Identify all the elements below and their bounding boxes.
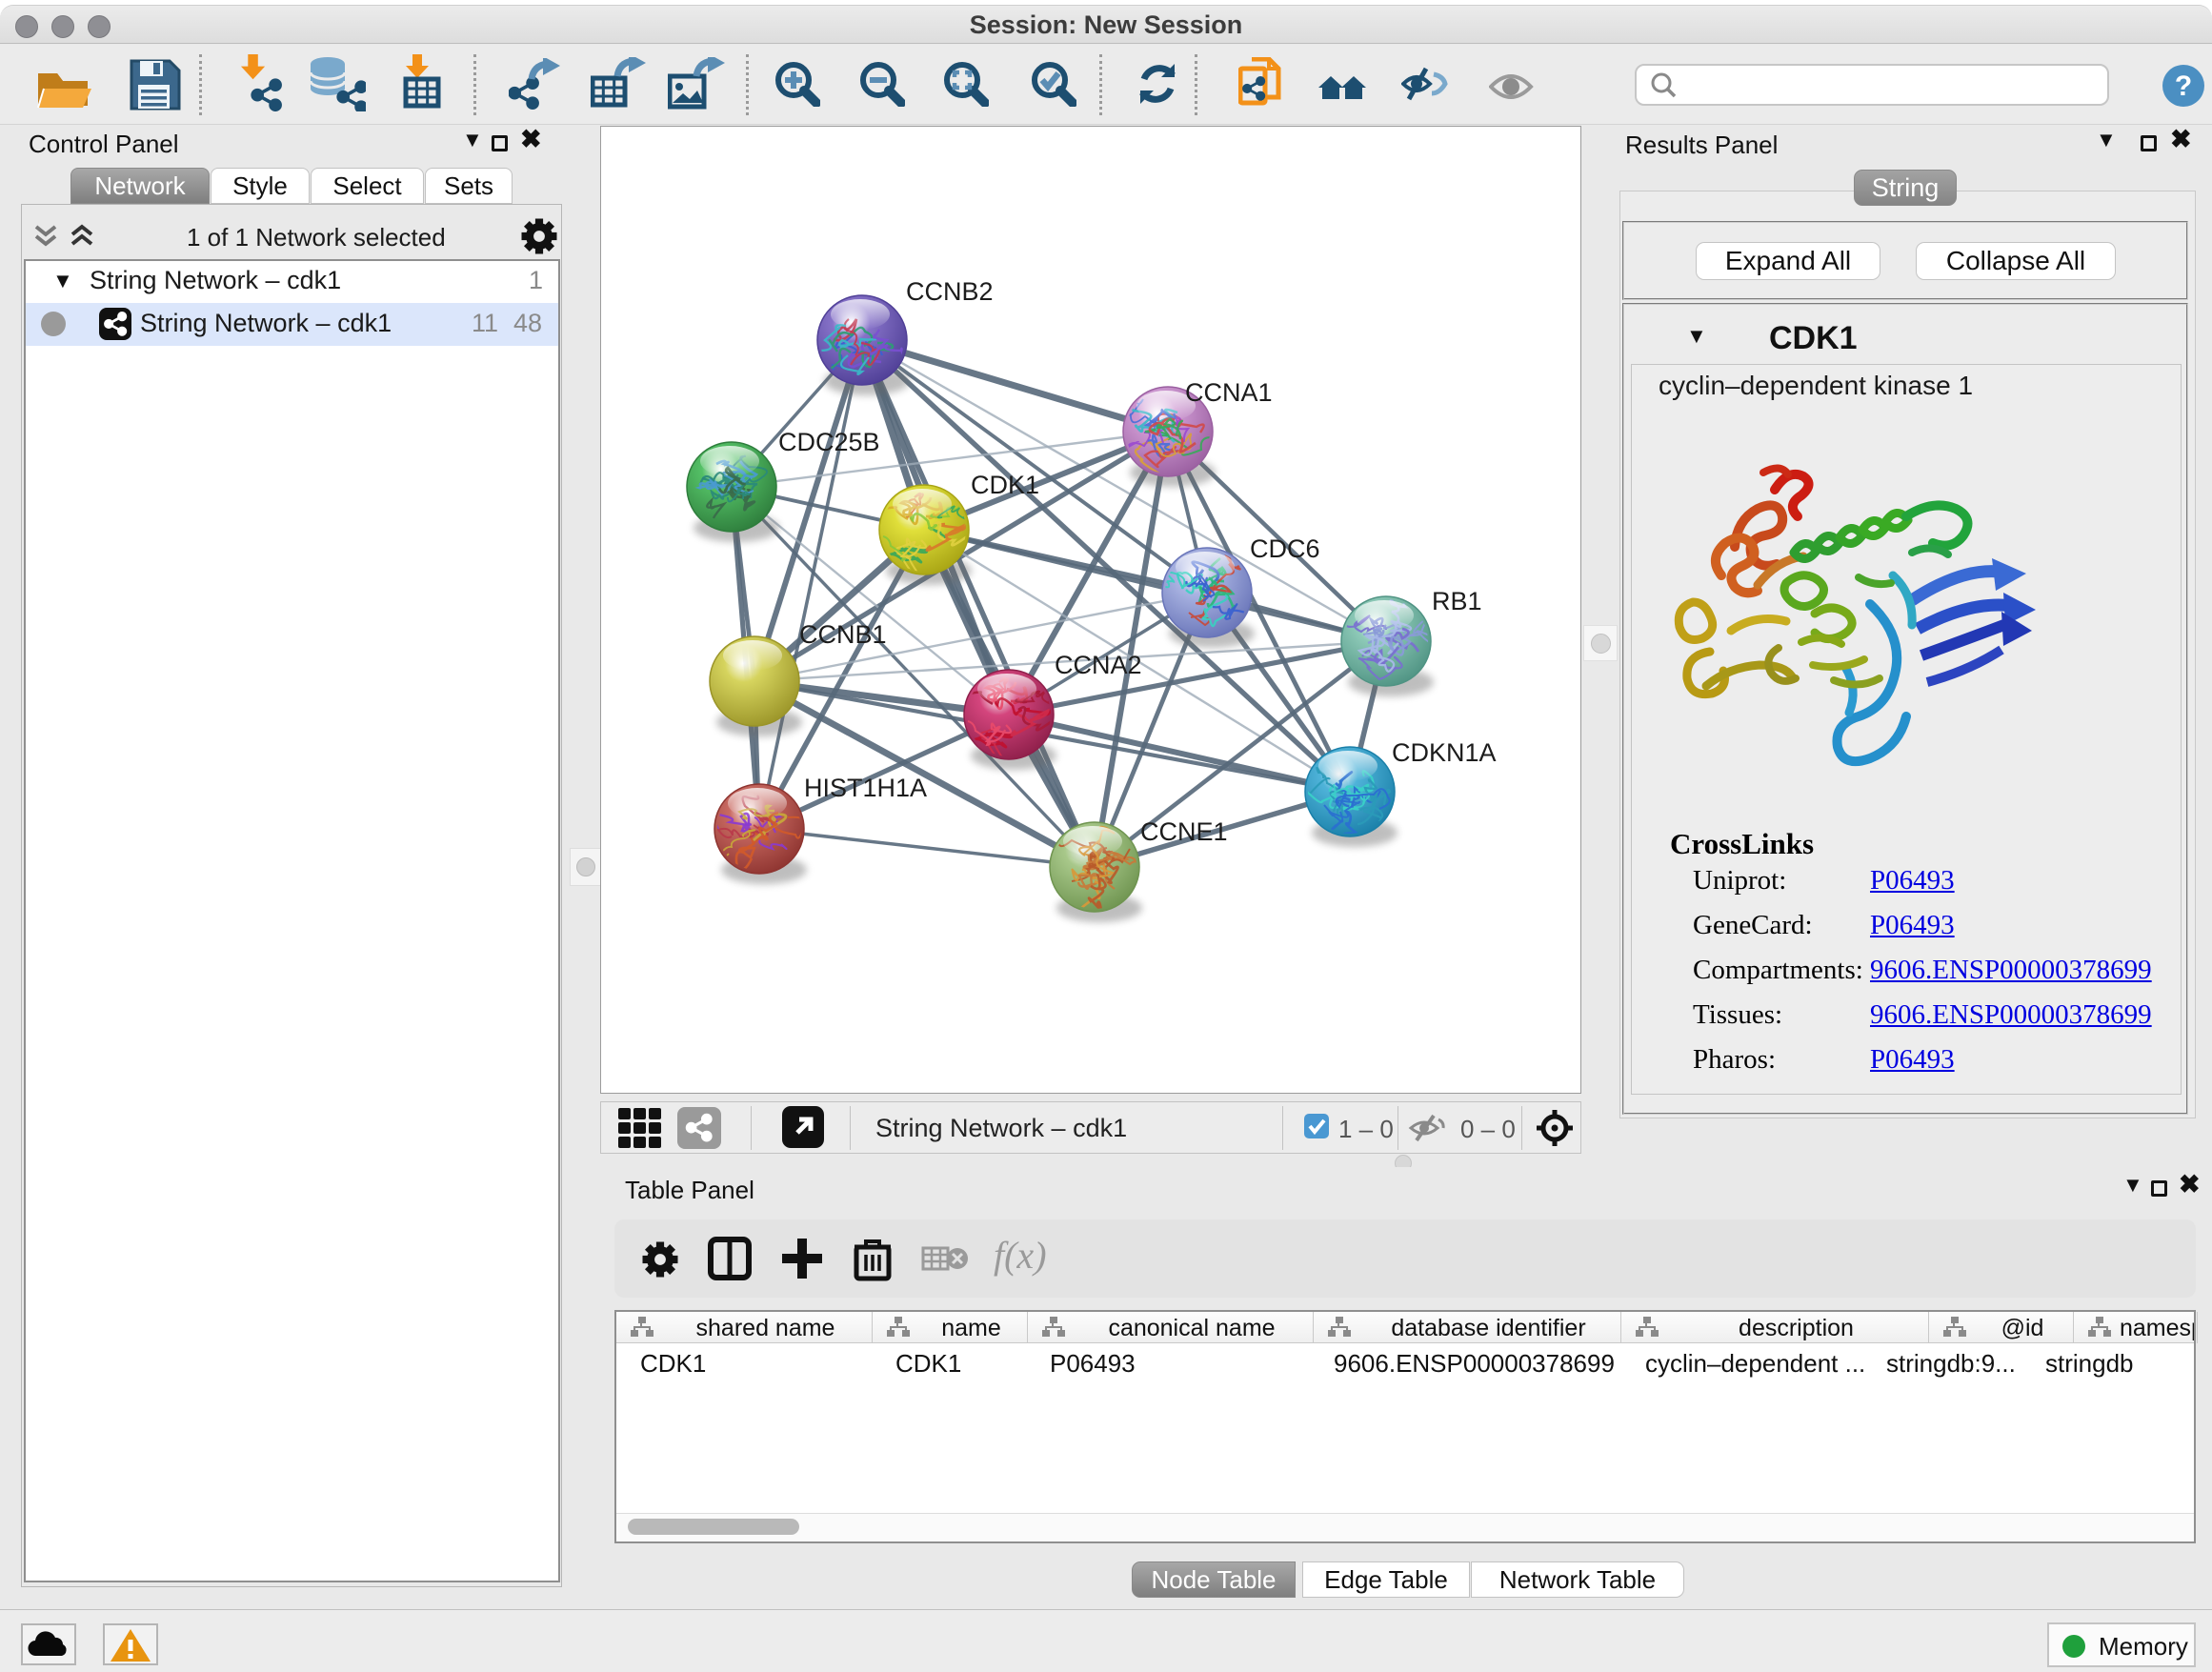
svg-text:CCNA2: CCNA2: [1055, 651, 1142, 679]
svg-text:CCNA1: CCNA1: [1185, 378, 1273, 407]
svg-text:HIST1H1A: HIST1H1A: [804, 774, 927, 802]
svg-text:CCNB2: CCNB2: [906, 277, 994, 306]
svg-text:CDC6: CDC6: [1250, 534, 1320, 563]
svg-text:CCNE1: CCNE1: [1140, 817, 1228, 846]
svg-text:CDC25B: CDC25B: [778, 428, 880, 456]
svg-text:CDK1: CDK1: [971, 471, 1039, 499]
svg-text:CCNB1: CCNB1: [799, 620, 887, 649]
svg-text:?: ?: [2175, 71, 2192, 102]
svg-text:CDKN1A: CDKN1A: [1392, 738, 1497, 767]
svg-text:RB1: RB1: [1432, 587, 1482, 615]
